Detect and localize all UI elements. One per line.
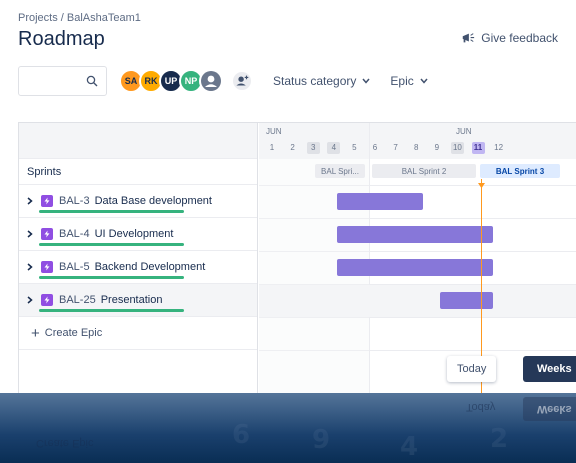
epic-row[interactable]: BAL-25 Presentation — [19, 284, 257, 317]
avatar-initials: UP — [164, 76, 178, 86]
epic-icon — [41, 294, 53, 306]
add-person-icon — [233, 72, 251, 90]
avatar-initials: SA — [124, 76, 138, 86]
day-label: 4 — [327, 142, 341, 154]
give-feedback-button[interactable]: Give feedback — [461, 31, 558, 45]
day-label: 10 — [450, 142, 464, 154]
page-title: Roadmap — [18, 28, 105, 50]
epic-bar[interactable] — [336, 226, 493, 243]
epic-name[interactable]: Data Base development — [95, 195, 212, 207]
roadmap-grid: Sprints BAL-3 Data Base development BAL-… — [18, 122, 576, 393]
weeks-button[interactable]: Weeks — [523, 356, 576, 382]
megaphone-icon — [463, 33, 475, 43]
epic-bar[interactable] — [336, 259, 493, 276]
search-input[interactable] — [19, 67, 79, 95]
day-label: 9 — [434, 143, 440, 152]
chevron-right-icon[interactable] — [27, 263, 33, 271]
day-label: 3 — [306, 142, 320, 154]
today-button-reflection: Today — [466, 401, 496, 413]
epic-progress-bar — [39, 276, 184, 279]
epic-icon — [41, 195, 53, 207]
day-label: 5 — [352, 143, 357, 152]
chevron-right-icon[interactable] — [27, 296, 33, 304]
roadmap-window: Projects / BalAshaTeam1 Roadmap Give fee… — [0, 0, 576, 393]
status-category-label: Status category — [273, 74, 357, 88]
day-label: 1 — [269, 143, 275, 152]
epic-progress-bar — [39, 243, 184, 246]
epic-row[interactable]: BAL-5 Backend Development — [19, 251, 257, 284]
today-button[interactable]: Today — [447, 356, 497, 382]
create-epic-reflection: Create Epic — [36, 437, 94, 449]
day-label: 11 — [471, 142, 485, 154]
sprint-chip[interactable]: BAL Sprint 2 — [372, 164, 476, 178]
plus-icon: + — [31, 324, 40, 342]
window-reflection: Today Weeks Create Epic — [0, 393, 576, 463]
epic-icon — [41, 228, 53, 240]
toolbar: SA RK UP NP Status category Epic — [18, 66, 428, 96]
chevron-down-icon — [362, 78, 370, 84]
avatar-unassigned[interactable] — [199, 69, 223, 93]
sprint-chip-active[interactable]: BAL Sprint 3 — [480, 164, 560, 178]
breadcrumb[interactable]: Projects / BalAshaTeam1 — [18, 12, 141, 24]
status-category-filter[interactable]: Status category — [273, 74, 370, 88]
month-label: JUN — [266, 127, 282, 136]
day-label: 6 — [372, 143, 378, 152]
user-icon — [201, 71, 221, 91]
epic-filter[interactable]: Epic — [390, 74, 428, 88]
give-feedback-label: Give feedback — [481, 31, 558, 45]
epic-filter-label: Epic — [390, 74, 414, 88]
avatar-initials: NP — [184, 76, 198, 86]
chevron-right-icon[interactable] — [27, 230, 33, 238]
timeline-panel[interactable]: JUN JUN 1 2 3 4 5 6 7 8 9 10 11 12 BAL Spri... BAL … — [259, 123, 576, 393]
month-label: JUN — [456, 127, 472, 136]
add-people-button[interactable] — [231, 70, 253, 92]
epic-icon — [41, 261, 53, 273]
epic-bar[interactable] — [439, 292, 493, 309]
create-epic-button[interactable]: + Create Epic — [19, 317, 257, 350]
epic-bar[interactable] — [336, 193, 423, 210]
today-marker-icon — [478, 183, 485, 189]
epic-progress-bar — [39, 309, 184, 312]
epic-list-header — [19, 123, 257, 159]
epic-row[interactable]: BAL-4 UI Development — [19, 218, 257, 251]
week-divider — [369, 123, 370, 393]
avatar-group: SA RK UP NP — [119, 69, 223, 93]
epic-row[interactable]: BAL-3 Data Base development — [19, 185, 257, 218]
sprints-row-label: Sprints — [19, 159, 257, 185]
epic-progress-bar — [39, 210, 184, 213]
search-icon — [86, 75, 98, 87]
day-label: 12 — [494, 143, 504, 152]
epic-key[interactable]: BAL-4 — [59, 228, 90, 240]
epic-key[interactable]: BAL-3 — [59, 195, 90, 207]
weeks-button-reflection: Weeks — [523, 397, 576, 421]
avatar-initials: RK — [144, 76, 158, 86]
chevron-right-icon[interactable] — [27, 197, 33, 205]
epic-name[interactable]: UI Development — [95, 228, 174, 240]
epic-name[interactable]: Backend Development — [95, 261, 206, 273]
epic-name[interactable]: Presentation — [101, 294, 163, 306]
timeline-header: JUN JUN 1 2 3 4 5 6 7 8 9 10 11 12 — [259, 123, 576, 159]
epic-key[interactable]: BAL-5 — [59, 261, 90, 273]
epic-key[interactable]: BAL-25 — [59, 294, 96, 306]
search-box[interactable] — [18, 66, 107, 96]
day-label: 8 — [413, 143, 419, 152]
create-epic-label: Create Epic — [44, 327, 103, 339]
epic-list: Sprints BAL-3 Data Base development BAL-… — [19, 123, 258, 393]
day-label: 2 — [290, 143, 295, 152]
day-label: 7 — [393, 143, 398, 152]
chevron-down-icon — [420, 78, 428, 84]
sprint-chip[interactable]: BAL Spri... — [315, 164, 365, 178]
